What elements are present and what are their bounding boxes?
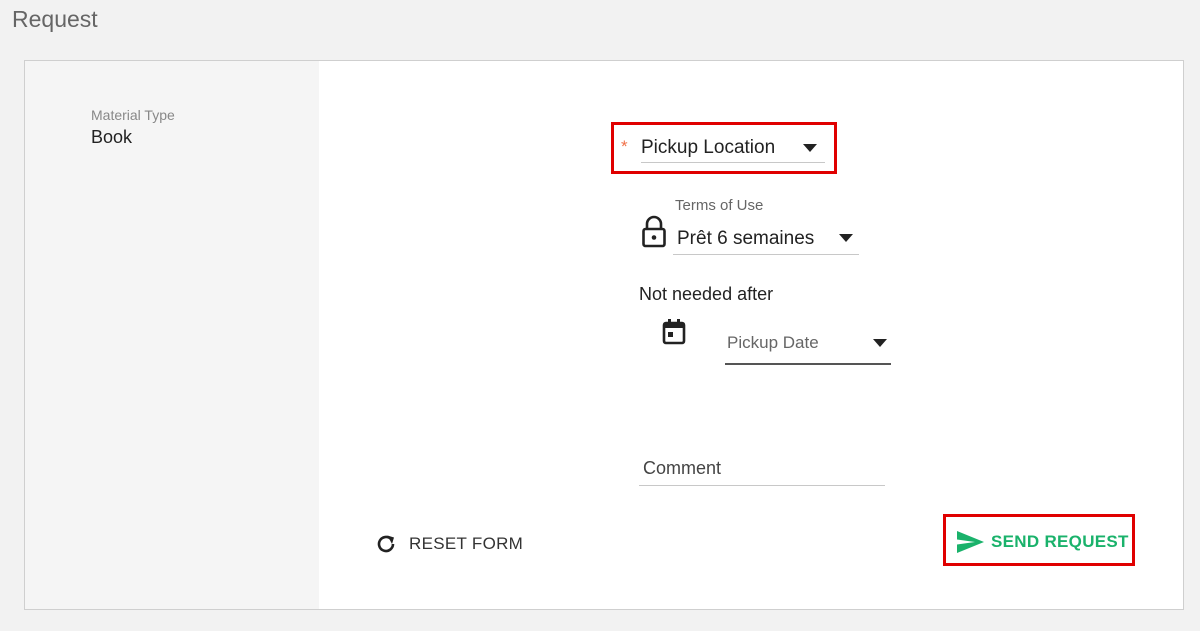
terms-of-use-label: Terms of Use [675,197,764,214]
request-card: Material Type Book * Pickup Location Ter… [24,60,1184,610]
reset-form-label: RESET FORM [409,534,524,553]
pickup-date-select[interactable]: Pickup Date [725,327,891,365]
required-indicator: * [621,137,628,156]
caret-down-icon [803,144,817,152]
send-request-label: SEND REQUEST [991,532,1129,551]
comment-input[interactable]: Comment [639,453,885,486]
terms-of-use-select[interactable]: Prêt 6 semaines [673,223,859,255]
caret-down-icon [873,339,887,347]
reset-form-button[interactable]: RESET FORM [373,529,523,559]
calendar-icon[interactable] [661,318,687,346]
not-needed-after-label: Not needed after [639,284,774,304]
pickup-location-select[interactable]: Pickup Location [641,133,825,163]
comment-placeholder: Comment [643,458,722,478]
pickup-date-placeholder: Pickup Date [727,333,819,352]
caret-down-icon [839,234,853,242]
refresh-icon [377,535,395,553]
material-type-label: Material Type [91,107,175,123]
material-type-value: Book [91,127,133,147]
material-info-panel: Material Type Book [25,61,319,609]
page-title: Request [12,6,98,32]
terms-of-use-value: Prêt 6 semaines [677,228,815,249]
pickup-location-placeholder: Pickup Location [641,137,776,158]
lock-icon [642,215,666,248]
pickup-location-field: * Pickup Location [621,133,831,165]
send-request-button[interactable]: SEND REQUEST [955,527,1129,557]
send-icon [957,531,984,553]
